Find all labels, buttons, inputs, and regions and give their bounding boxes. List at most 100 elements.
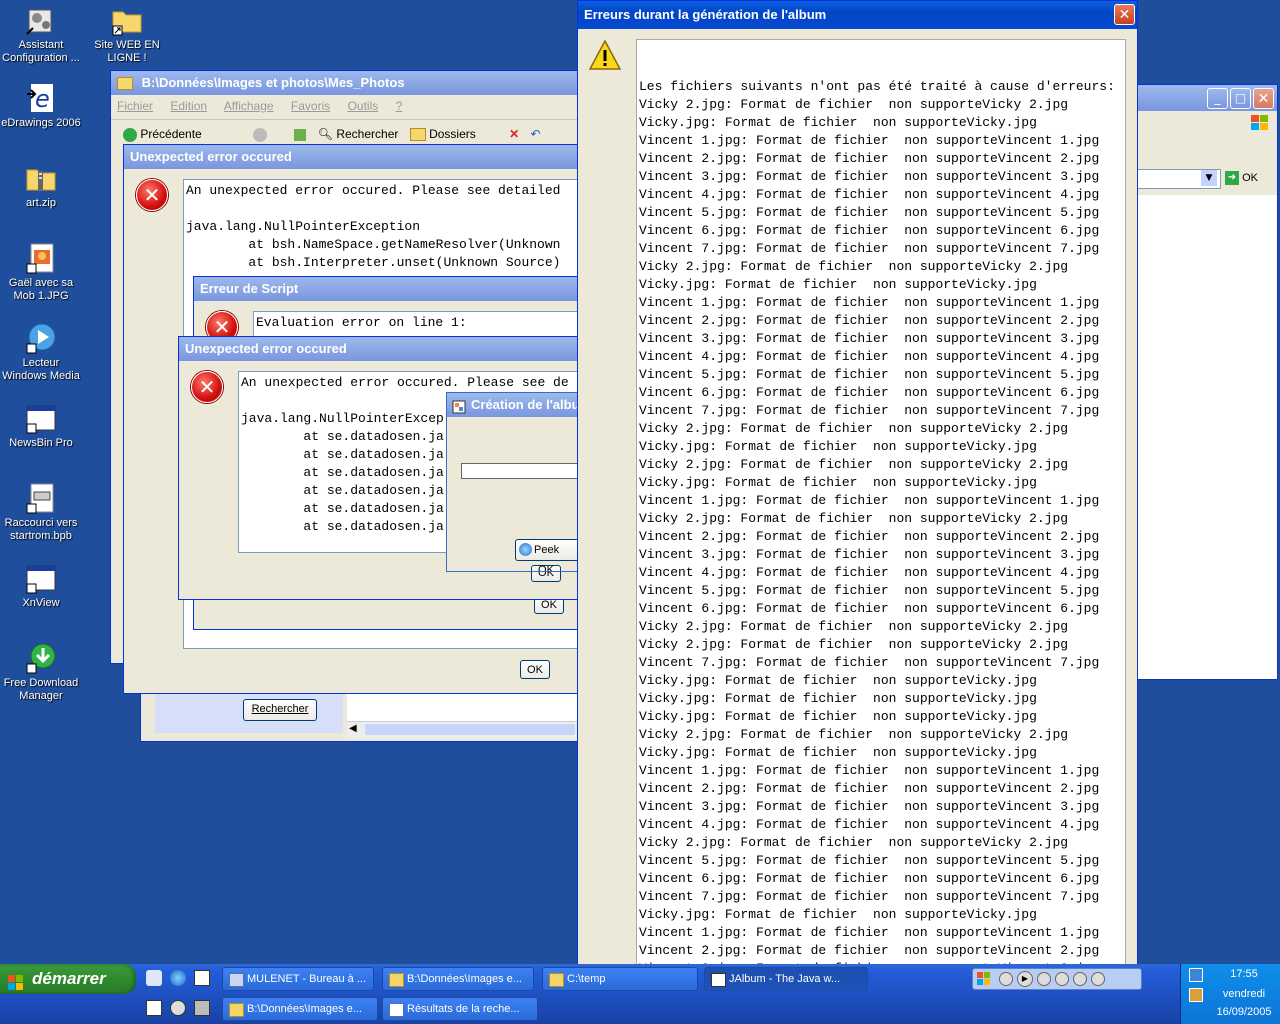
delete-icon[interactable]: ✕ <box>509 127 519 141</box>
show-desktop-icon[interactable] <box>146 970 162 986</box>
scrollbar-thumb[interactable] <box>365 724 575 735</box>
background-explorer-window[interactable]: _ □ ✕ ▼ ➜ OK <box>1134 84 1278 680</box>
error-line: Les fichiers suivants n'ont pas été trai… <box>639 79 1115 94</box>
desktop-icon-xnview[interactable]: XnView <box>0 562 82 610</box>
desktop-icon-newsbin[interactable]: NewsBin Pro <box>0 402 82 450</box>
error-line: Vincent 4.jpg: Format de fichier non sup… <box>639 349 1100 364</box>
menu-edition[interactable]: Edition <box>170 99 207 113</box>
folder-icon <box>549 973 564 987</box>
app-window-icon <box>25 402 57 434</box>
folders-button[interactable]: Dossiers <box>429 127 476 141</box>
minimize-button[interactable]: _ <box>1207 88 1228 109</box>
error-line: Vincent 6.jpg: Format de fichier non sup… <box>639 385 1100 400</box>
error-1-ok-button[interactable]: OK <box>520 660 550 679</box>
tool-icon[interactable] <box>194 1000 210 1016</box>
folders-icon <box>409 128 426 142</box>
menu-fichier[interactable]: Fichier <box>117 99 153 113</box>
svg-text:e: e <box>35 85 50 113</box>
close-button[interactable]: ✕ <box>1253 88 1274 109</box>
task-temp[interactable]: C:\temp <box>542 967 698 991</box>
desktop-icon-startrom[interactable]: Raccourci vers startrom.bpb <box>0 482 82 543</box>
menu-divider <box>111 119 579 120</box>
go-button[interactable]: ➜ OK <box>1225 169 1275 187</box>
error-line: Vincent 5.jpg: Format de fichier non sup… <box>639 205 1100 220</box>
pause-icon[interactable] <box>1037 972 1051 986</box>
progress-bar <box>461 463 579 479</box>
album-creation-titlebar[interactable]: Création de l'albu <box>447 393 579 417</box>
desktop-icon-site-web[interactable]: Site WEB EN LIGNE ! <box>86 4 168 65</box>
maximize-button[interactable]: □ <box>1230 88 1251 109</box>
desktop-icon-media-player[interactable]: Lecteur Windows Media <box>0 322 82 383</box>
error-line: Vicky.jpg: Format de fichier non support… <box>639 745 1037 760</box>
error-line: Vincent 3.jpg: Format de fichier non sup… <box>639 547 1100 562</box>
previous-icon[interactable] <box>1055 972 1069 986</box>
go-arrow-icon: ➜ <box>1225 171 1239 186</box>
tray-app-icon[interactable] <box>1189 988 1203 1002</box>
search-toolbar-button[interactable]: Rechercher <box>336 127 398 141</box>
error-line: Vicky 2.jpg: Format de fichier non suppo… <box>639 727 1069 742</box>
error-line: Vicky 2.jpg: Format de fichier non suppo… <box>639 457 1069 472</box>
error-line: Vicky.jpg: Format de fichier non support… <box>639 115 1037 130</box>
up-folder-icon[interactable] <box>294 128 307 141</box>
desktop-icon-assistant[interactable]: Assistant Configuration ... <box>0 4 82 65</box>
error-line: Vincent 7.jpg: Format de fichier non sup… <box>639 403 1100 418</box>
menu-outils[interactable]: Outils <box>348 99 379 113</box>
zip-folder-icon <box>25 162 57 194</box>
task-search-results[interactable]: Résultats de la reche... <box>382 997 538 1021</box>
error-dialog-1-titlebar[interactable]: Unexpected error occured <box>124 145 579 169</box>
album-creation-dialog[interactable]: Création de l'albu Peek OK <box>446 392 580 572</box>
task-explorer-images[interactable]: B:\Données\Images e... <box>382 967 534 991</box>
album-errors-titlebar[interactable]: Erreurs durant la génération de l'album <box>578 1 1137 29</box>
volume-icon[interactable] <box>1091 972 1105 986</box>
internet-explorer-icon[interactable] <box>170 970 186 986</box>
network-icon[interactable] <box>1189 968 1203 982</box>
warning-icon <box>588 39 622 71</box>
next-icon[interactable] <box>1073 972 1087 986</box>
chevron-down-icon[interactable]: ▼ <box>1201 170 1217 186</box>
start-button[interactable]: démarrer <box>0 964 136 994</box>
error-line: Vincent 1.jpg: Format de fichier non sup… <box>639 763 1100 778</box>
task-mulenet[interactable]: MULENET - Bureau à ... <box>222 967 374 991</box>
window-icon[interactable] <box>146 1000 162 1016</box>
error-line: Vincent 5.jpg: Format de fichier non sup… <box>639 583 1100 598</box>
menu-help[interactable]: ? <box>396 99 403 113</box>
desktop-icon-art-zip[interactable]: art.zip <box>0 162 82 210</box>
menu-affichage[interactable]: Affichage <box>224 99 274 113</box>
task-explorer-images-2[interactable]: B:\Données\Images e... <box>222 997 378 1021</box>
error-line: Vincent 3.jpg: Format de fichier non sup… <box>639 799 1100 814</box>
explorer-toolbar: Précédente 🔍︎ Rechercher Dossiers ✕ ↶ <box>123 127 541 142</box>
error-line: Vincent 2.jpg: Format de fichier non sup… <box>639 943 1100 958</box>
error-dialog-2-titlebar[interactable]: Unexpected error occured <box>179 337 579 361</box>
forward-arrow-icon[interactable] <box>253 127 268 142</box>
explorer-titlebar[interactable]: B:\Données\Images et photos\Mes_Photos <box>111 71 579 95</box>
undo-icon[interactable]: ↶ <box>531 127 541 141</box>
back-button[interactable]: Précédente <box>140 127 201 141</box>
desktop-icon-edrawings[interactable]: e eDrawings 2006 <box>0 82 82 130</box>
scroll-left-icon[interactable]: ◀ <box>349 723 357 734</box>
album-errors-dialog[interactable]: Erreurs durant la génération de l'album … <box>577 0 1138 966</box>
clock-time[interactable]: 17:55 <box>1207 968 1280 980</box>
media-icon[interactable] <box>170 1000 186 1016</box>
desktop-icon-fdm[interactable]: Free Download Manager <box>0 642 82 703</box>
album-errors-list: Les fichiers suivants n'ont pas été trai… <box>636 39 1126 965</box>
close-button[interactable]: ✕ <box>1114 4 1135 25</box>
error-line: Vincent 7.jpg: Format de fichier non sup… <box>639 889 1100 904</box>
jalbum-icon <box>711 973 726 987</box>
script-error-titlebar[interactable]: Erreur de Script <box>194 277 579 301</box>
window-icon[interactable] <box>194 970 210 986</box>
menu-favoris[interactable]: Favoris <box>291 99 330 113</box>
task-jalbum[interactable]: JAlbum - The Java w... <box>704 967 868 991</box>
search-button[interactable]: Rechercher <box>243 699 317 721</box>
stop-icon[interactable] <box>999 972 1013 986</box>
desktop-icon-gael-jpg[interactable]: Gaël avec sa Mob 1.JPG <box>0 242 82 303</box>
album-creation-ok-button[interactable]: OK <box>531 565 561 571</box>
error-line: Vincent 1.jpg: Format de fichier non sup… <box>639 295 1100 310</box>
folder-icon <box>229 1003 244 1017</box>
play-icon[interactable]: ▶ <box>1017 971 1033 987</box>
media-player-toolbar[interactable]: ▶ <box>972 968 1142 990</box>
horizontal-scrollbar[interactable]: ◀ <box>347 721 581 738</box>
error-line: Vincent 2.jpg: Format de fichier non sup… <box>639 781 1100 796</box>
peek-button[interactable]: Peek <box>515 539 579 561</box>
folder-icon <box>117 77 133 91</box>
back-arrow-icon <box>123 127 137 142</box>
